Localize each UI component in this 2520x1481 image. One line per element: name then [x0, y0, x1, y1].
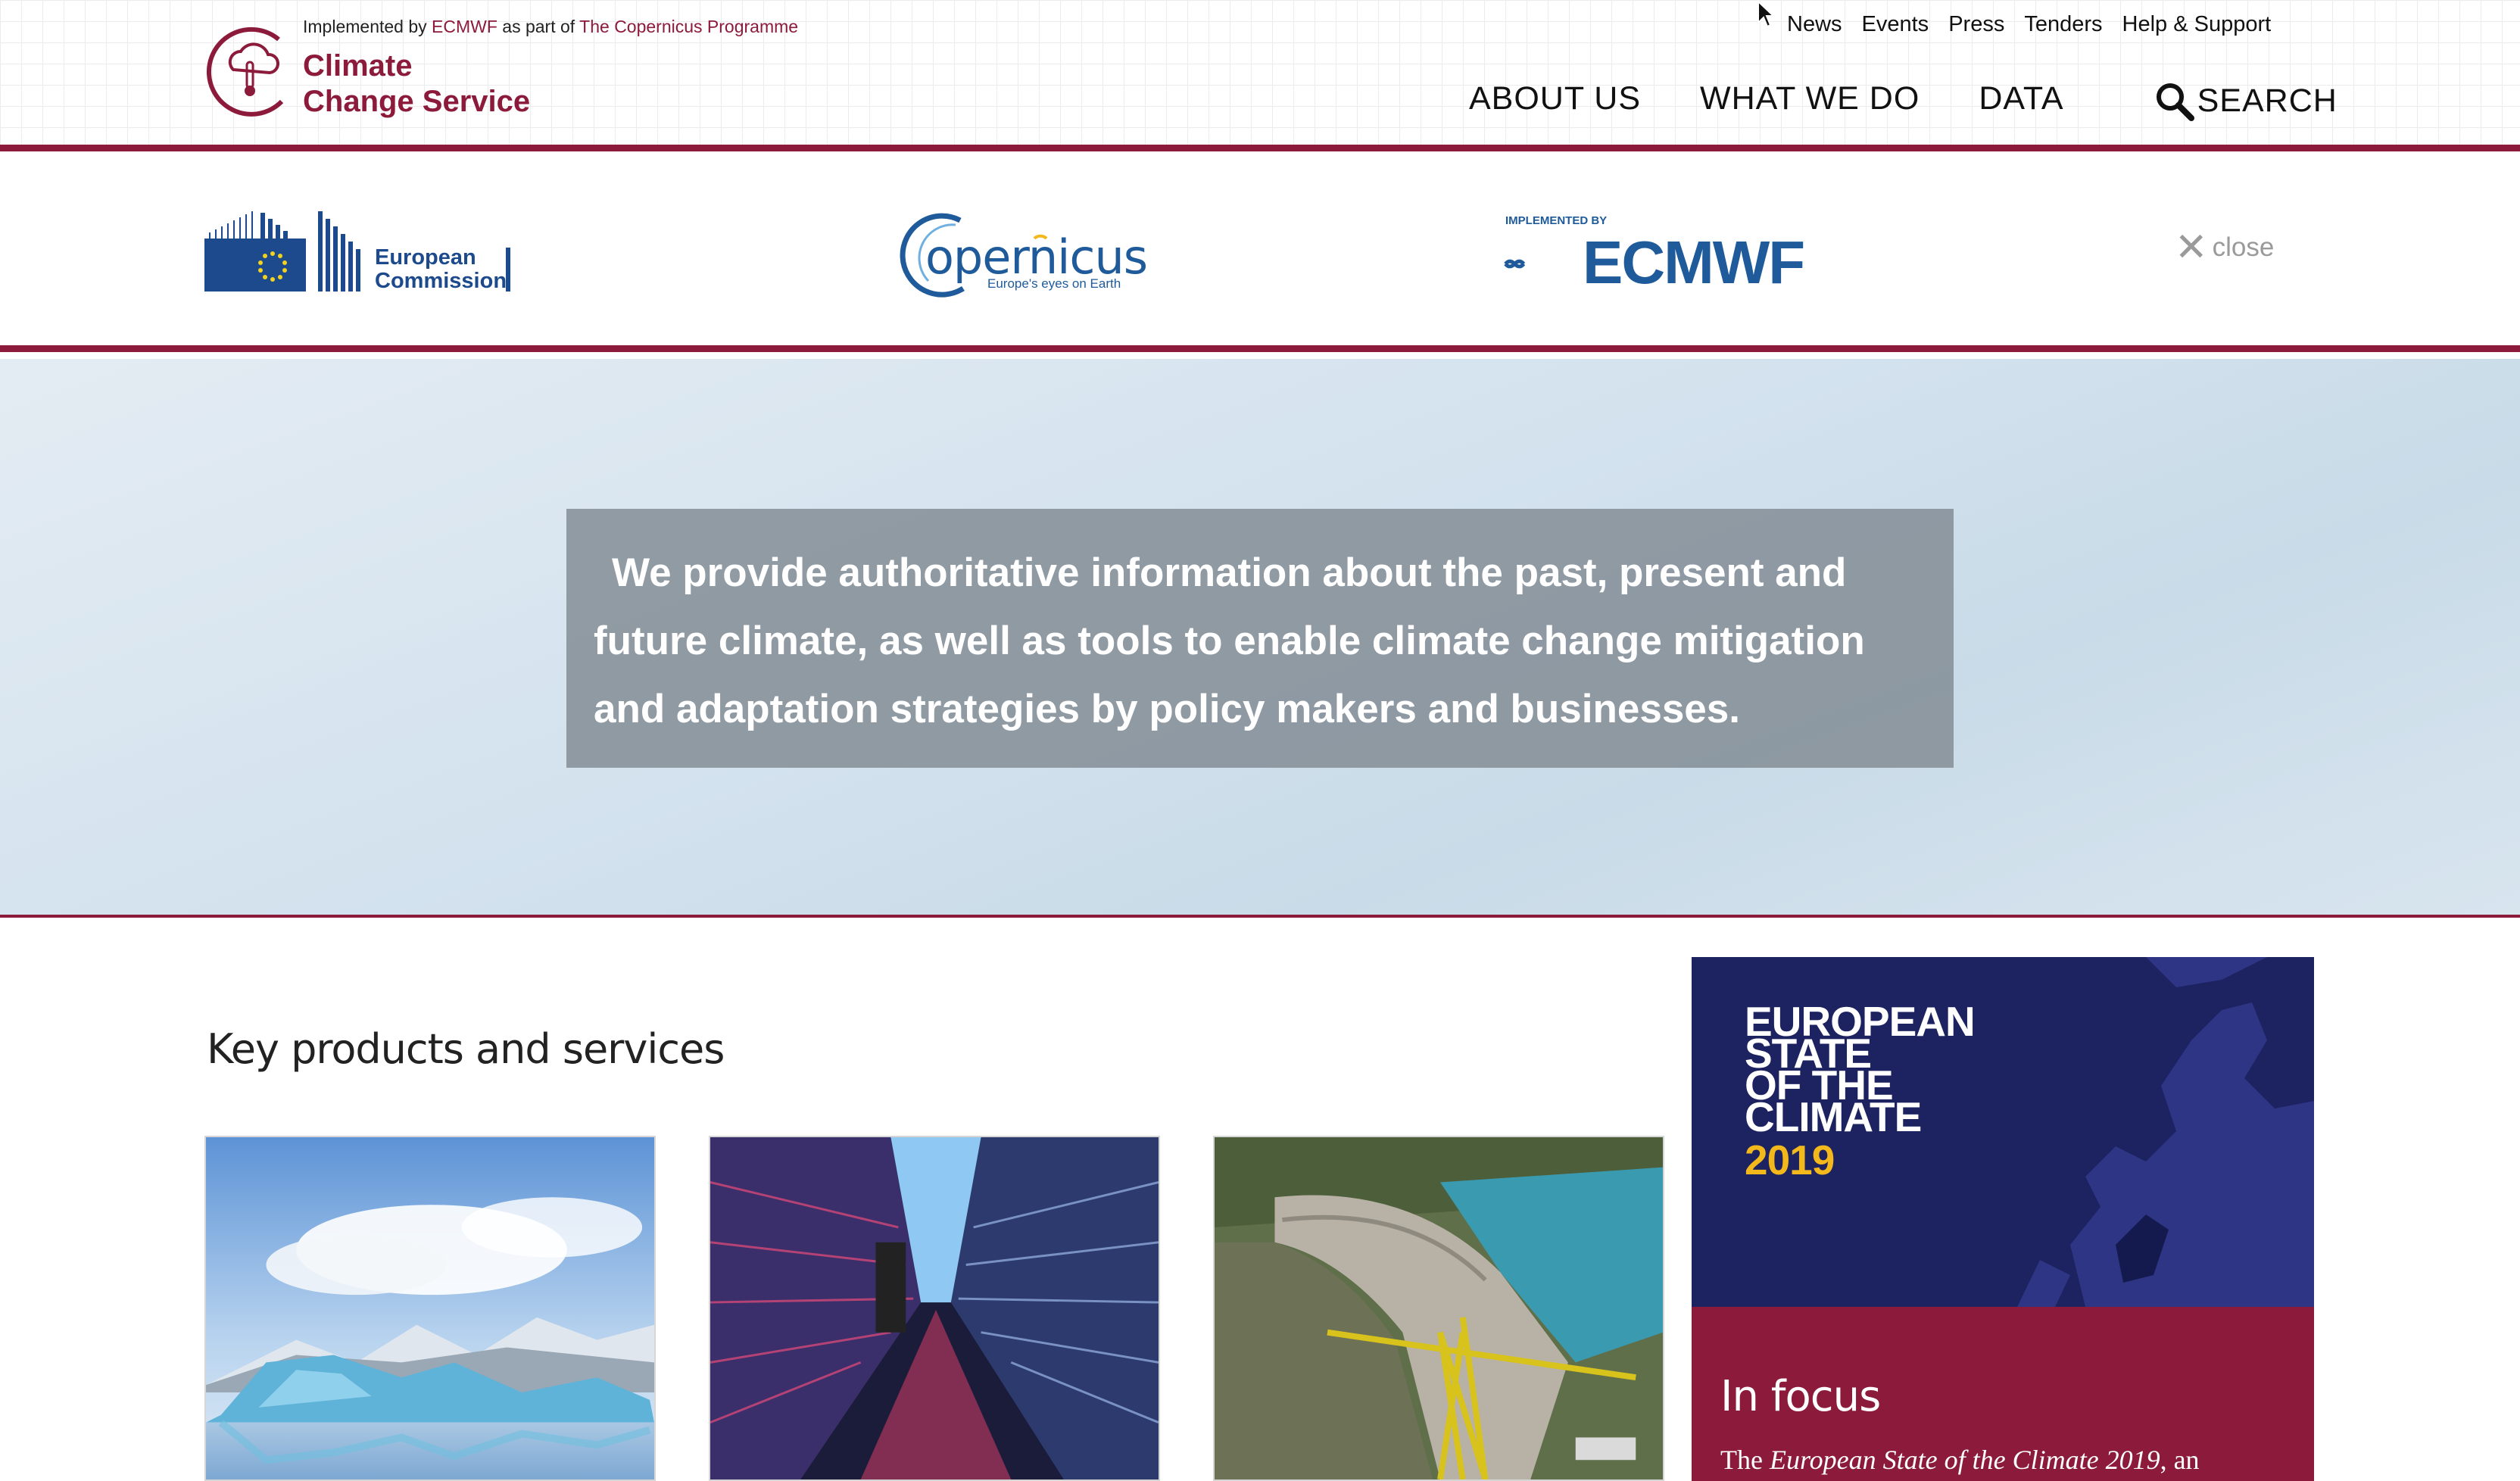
ecmwf-implemented-by: IMPLEMENTED BY	[1505, 214, 1608, 227]
utility-nav: News Events Press Tenders Help & Support	[1787, 12, 2271, 37]
site-logo-title[interactable]: Climate Change Service	[303, 48, 530, 120]
nav-data[interactable]: DATA	[1979, 80, 2063, 121]
close-icon: ✕	[2175, 226, 2208, 270]
product-card-datacenter[interactable]	[709, 1136, 1160, 1481]
product-card-glacier[interactable]	[204, 1136, 656, 1481]
ecmwf-logo[interactable]	[1504, 242, 1583, 295]
close-label: close	[2212, 232, 2275, 262]
site-header: Implemented by ECMWF as part of The Cope…	[0, 0, 2520, 151]
c3s-logo-icon[interactable]	[203, 23, 298, 118]
close-partners-button[interactable]: ✕ close	[2175, 228, 2274, 267]
implemented-by-line: Implemented by ECMWF as part of The Cope…	[303, 17, 798, 37]
nav-link-press[interactable]: Press	[1948, 12, 2004, 37]
focus-image-european-state-climate[interactable]: EUROPEAN STATE OF THE CLIMATE 2019	[1692, 957, 2314, 1307]
ec-wordmark: European Commission	[375, 246, 507, 293]
ec-line-2: Commission	[375, 269, 507, 293]
logo-line-2: Change Service	[303, 85, 531, 118]
nav-link-tenders[interactable]: Tenders	[2024, 12, 2102, 37]
hero-statement: We provide authoritative information abo…	[594, 550, 1865, 731]
glacier-photo	[206, 1137, 654, 1479]
in-focus-heading: In focus	[1720, 1372, 1881, 1421]
supercomputer-photo	[710, 1137, 1159, 1479]
in-focus-text: The European State of the Climate 2019, …	[1720, 1444, 2285, 1476]
nav-link-help-support[interactable]: Help & Support	[2122, 12, 2272, 37]
in-focus-panel: In focus The European State of the Clima…	[1692, 1307, 2314, 1481]
impl-prefix: Implemented by	[303, 17, 427, 36]
product-card-dam[interactable]	[1213, 1136, 1664, 1481]
logo-line-1: Climate	[303, 49, 413, 83]
hero-banner: We provide authoritative information abo…	[0, 359, 2520, 918]
nav-about-us[interactable]: ABOUT US	[1469, 80, 1641, 121]
nav-what-we-do[interactable]: WHAT WE DO	[1700, 80, 1920, 121]
nav-search-button[interactable]: SEARCH	[2154, 80, 2338, 121]
focus-text-suffix: , an	[2160, 1445, 2200, 1475]
key-products-heading: Key products and services	[207, 1025, 725, 1073]
mouse-cursor-icon	[1757, 0, 1776, 28]
search-icon	[2156, 83, 2194, 121]
copernicus-programme-link[interactable]: The Copernicus Programme	[579, 17, 798, 36]
hero-statement-box: We provide authoritative information abo…	[566, 509, 1954, 768]
main-nav: ABOUT US WHAT WE DO DATA SEARCH	[1469, 80, 2338, 121]
ecmwf-wordmark: ECMWF	[1583, 229, 1805, 296]
headline-line-4: CLIMATE	[1745, 1093, 1922, 1140]
focus-image-year: 2019	[1745, 1136, 1835, 1183]
ecmwf-link[interactable]: ECMWF	[432, 17, 497, 36]
dam-photo	[1215, 1137, 1663, 1479]
focus-report-link[interactable]: European State of the Climate 2019	[1770, 1445, 2160, 1475]
search-label: SEARCH	[2197, 82, 2338, 119]
nav-link-news[interactable]: News	[1787, 12, 1842, 37]
ec-line-1: European	[375, 245, 476, 270]
nav-link-events[interactable]: Events	[1862, 12, 1929, 37]
copernicus-tagline: Europe's eyes on Earth	[987, 276, 1121, 291]
focus-image-headline: EUROPEAN STATE OF THE CLIMATE	[1745, 1001, 1976, 1140]
focus-text-prefix: The	[1720, 1445, 1770, 1475]
partner-logos-strip: European Commission opernicus Europe's e…	[0, 158, 2520, 352]
impl-mid: as part of	[502, 17, 575, 36]
